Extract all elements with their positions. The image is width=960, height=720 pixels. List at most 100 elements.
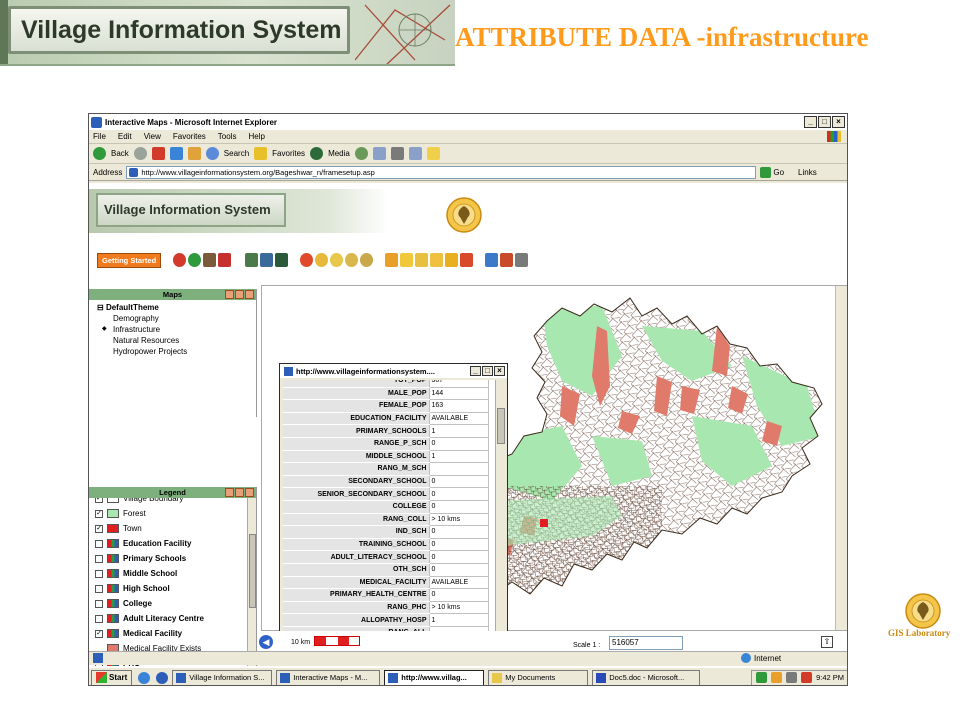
menu-favorites[interactable]: Favorites bbox=[173, 132, 206, 141]
menu-help[interactable]: Help bbox=[248, 132, 264, 141]
maximize-button[interactable]: □ bbox=[818, 116, 831, 128]
attribute-value[interactable]: 0 bbox=[428, 588, 489, 602]
task-popup-window[interactable]: http://www.villag... bbox=[384, 669, 485, 685]
full-extent-icon[interactable] bbox=[218, 253, 232, 267]
tray-volume-icon[interactable] bbox=[786, 672, 798, 683]
close-icon[interactable] bbox=[245, 290, 254, 299]
legend-checkbox[interactable] bbox=[95, 554, 103, 563]
home-icon[interactable] bbox=[187, 147, 201, 160]
legend-item[interactable]: Primary Schools bbox=[95, 551, 256, 566]
attribute-value[interactable]: 1 bbox=[428, 424, 489, 438]
stop-icon[interactable] bbox=[151, 147, 165, 160]
map-scrollbar[interactable] bbox=[835, 286, 847, 630]
attribute-value[interactable] bbox=[428, 462, 489, 476]
task-word-document[interactable]: Doc5.doc - Microsoft... bbox=[592, 669, 701, 685]
attribute-value[interactable]: 0 bbox=[428, 436, 489, 451]
quicklaunch-desktop-icon[interactable] bbox=[138, 671, 151, 684]
messenger-icon[interactable] bbox=[426, 147, 440, 160]
media-button[interactable]: Media bbox=[328, 149, 350, 158]
getting-started-button[interactable]: Getting Started bbox=[97, 252, 162, 268]
attribute-value[interactable]: 0 bbox=[428, 525, 489, 539]
town-marker[interactable] bbox=[540, 519, 548, 527]
menu-file[interactable]: File bbox=[93, 132, 106, 141]
query-icon[interactable] bbox=[260, 253, 274, 267]
legend-checkbox[interactable] bbox=[95, 599, 103, 608]
scale-input[interactable]: 516057 bbox=[609, 636, 683, 650]
attribute-value[interactable]: 0 bbox=[428, 499, 489, 514]
legend-item[interactable]: Adult Literacy Centre bbox=[95, 611, 256, 626]
back-button[interactable]: Back bbox=[111, 149, 129, 158]
select-poly-icon[interactable] bbox=[400, 253, 414, 267]
clear-selection-icon[interactable] bbox=[430, 253, 444, 267]
attribute-value[interactable]: 163 bbox=[428, 399, 489, 413]
task-interactive-maps[interactable]: Interactive Maps - M... bbox=[276, 669, 381, 685]
restore-icon[interactable] bbox=[235, 488, 244, 497]
legend-checkbox[interactable]: ✓ bbox=[95, 509, 103, 518]
legend-item[interactable]: College bbox=[95, 596, 256, 611]
close-icon[interactable] bbox=[245, 488, 254, 497]
clock[interactable]: 9:42 PM bbox=[816, 673, 844, 682]
legend-item[interactable]: Middle School bbox=[95, 566, 256, 581]
upload-icon[interactable]: ⇧ bbox=[821, 636, 833, 648]
popup-scroll-thumb[interactable] bbox=[497, 408, 505, 444]
attribute-value[interactable]: 307 bbox=[428, 380, 489, 388]
media-icon[interactable] bbox=[310, 147, 324, 160]
legend-scroll-thumb[interactable] bbox=[249, 534, 256, 608]
legend-checkbox[interactable]: ✓ bbox=[95, 524, 103, 533]
measure-icon[interactable] bbox=[330, 253, 344, 267]
minimize-icon[interactable] bbox=[225, 290, 234, 299]
menu-edit[interactable]: Edit bbox=[118, 132, 132, 141]
attribute-value[interactable]: 0 bbox=[428, 562, 489, 577]
attribute-value[interactable]: 0 bbox=[428, 550, 489, 564]
pan-icon[interactable] bbox=[203, 253, 217, 267]
tree-item-hydropower-projects[interactable]: Hydropower Projects bbox=[97, 346, 256, 357]
minimize-button[interactable]: _ bbox=[804, 116, 817, 128]
redline-icon[interactable] bbox=[460, 253, 474, 267]
select-icon[interactable] bbox=[275, 253, 289, 267]
task-my-documents[interactable]: My Documents bbox=[488, 669, 589, 685]
popup-close-button[interactable]: × bbox=[494, 366, 505, 376]
attribute-value[interactable]: > 10 kms bbox=[428, 600, 489, 615]
legend-item[interactable]: High School bbox=[95, 581, 256, 596]
mail-icon[interactable] bbox=[372, 147, 386, 160]
legend-checkbox[interactable] bbox=[95, 539, 103, 548]
popup-maximize-button[interactable]: □ bbox=[482, 366, 493, 376]
refresh-icon[interactable] bbox=[169, 147, 183, 160]
attribute-value[interactable]: 0 bbox=[428, 487, 489, 501]
print-icon[interactable] bbox=[390, 147, 404, 160]
back-arrow-icon[interactable]: ◀ bbox=[259, 635, 273, 649]
attribute-value[interactable]: 0 bbox=[428, 537, 489, 552]
attribute-value[interactable]: 1 bbox=[428, 613, 489, 627]
quicklaunch-ie-icon[interactable] bbox=[156, 671, 169, 684]
distance-icon[interactable] bbox=[345, 253, 359, 267]
attribute-value[interactable]: AVAILABLE bbox=[428, 575, 489, 590]
edit-icon[interactable] bbox=[408, 147, 422, 160]
tray-alert-icon[interactable] bbox=[801, 672, 813, 683]
legend-checkbox[interactable] bbox=[95, 614, 103, 623]
attribute-value[interactable]: 144 bbox=[428, 386, 489, 401]
menu-view[interactable]: View bbox=[144, 132, 161, 141]
address-input[interactable]: http://www.villageinformationsystem.org/… bbox=[126, 165, 757, 179]
zoom-in-icon[interactable] bbox=[173, 253, 187, 267]
close-button[interactable]: × bbox=[832, 116, 845, 128]
go-button[interactable]: Go bbox=[760, 166, 784, 178]
overlay-icon[interactable] bbox=[315, 253, 329, 267]
buffer-icon[interactable] bbox=[300, 253, 314, 267]
popup-minimize-button[interactable]: _ bbox=[470, 366, 481, 376]
minimize-icon[interactable] bbox=[225, 488, 234, 497]
attribute-value[interactable]: 0 bbox=[428, 474, 489, 489]
favorites-button[interactable]: Favorites bbox=[272, 149, 305, 158]
attribute-value[interactable]: AVAILABLE bbox=[428, 411, 489, 426]
legend-item[interactable]: ✓ Medical Facility bbox=[95, 626, 256, 641]
tree-item-infrastructure[interactable]: Infrastructure bbox=[97, 324, 256, 335]
tree-item-demography[interactable]: Demography bbox=[97, 313, 256, 324]
tray-antivirus-icon[interactable] bbox=[771, 672, 783, 683]
favorites-star-icon[interactable] bbox=[254, 147, 268, 160]
legend-item[interactable]: ✓ Town bbox=[95, 521, 256, 536]
label-icon[interactable] bbox=[445, 253, 459, 267]
restore-icon[interactable] bbox=[235, 290, 244, 299]
select-rect-icon[interactable] bbox=[415, 253, 429, 267]
area-icon[interactable] bbox=[360, 253, 374, 267]
tree-item-natural-resources[interactable]: Natural Resources bbox=[97, 335, 256, 346]
attribute-value[interactable]: 1 bbox=[428, 449, 489, 464]
